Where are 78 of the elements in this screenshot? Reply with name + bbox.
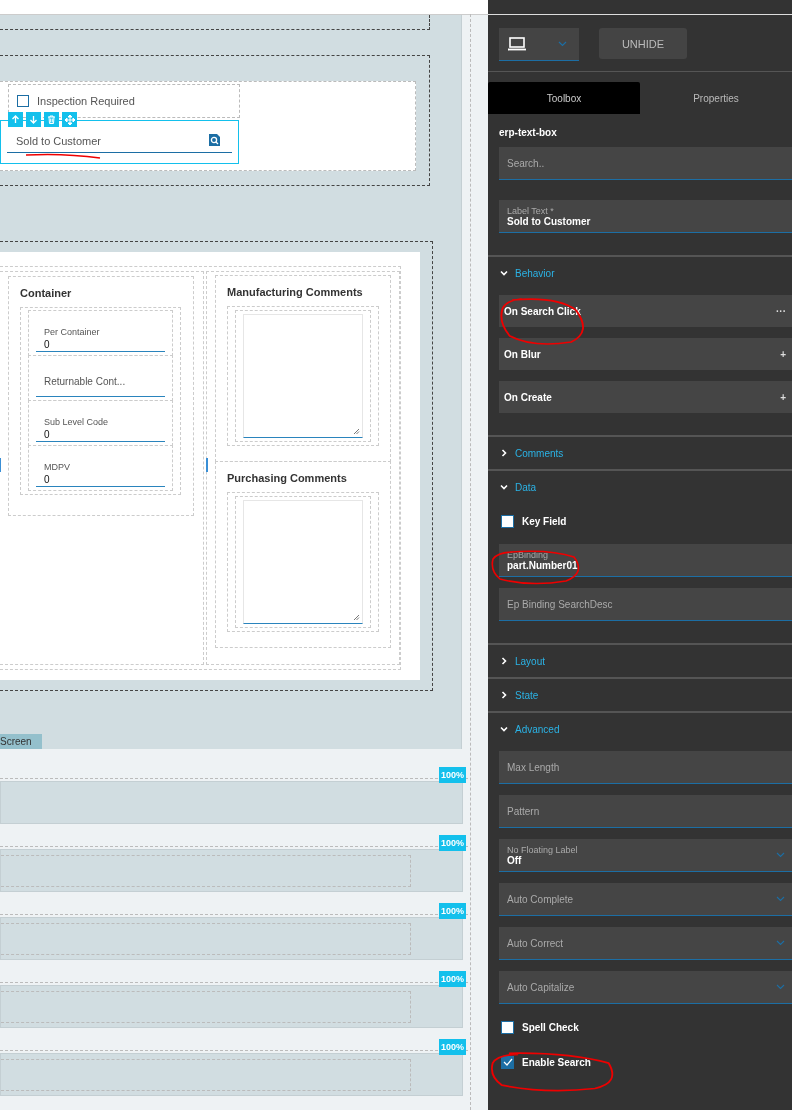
container-outline[interactable] [0, 15, 430, 30]
checkbox-label: Spell Check [522, 1021, 579, 1033]
checkbox[interactable] [501, 514, 514, 528]
move-button[interactable] [62, 112, 77, 127]
chevron-down-icon [500, 483, 508, 491]
resize-grip-icon[interactable] [353, 428, 360, 435]
layout-row[interactable] [0, 917, 463, 960]
chevron-down-icon [776, 940, 785, 946]
section-header[interactable]: Layout [488, 645, 792, 677]
group-title: Container [20, 287, 73, 299]
layout-row[interactable] [0, 849, 463, 892]
move-down-button[interactable] [26, 112, 41, 127]
chevron-down-icon [776, 984, 785, 990]
resize-handle[interactable] [206, 458, 208, 472]
property-dropdown[interactable]: Auto Complete [499, 883, 792, 916]
checkbox-label: Inspection Required [37, 95, 135, 107]
layout-row[interactable] [0, 1053, 463, 1096]
event-label: On Create [504, 391, 552, 403]
column-placeholder[interactable] [1, 855, 411, 887]
group-title: Purchasing Comments [227, 472, 348, 484]
group-title: Manufacturing Comments [227, 286, 364, 298]
column-placeholder[interactable] [1, 991, 411, 1023]
property-field[interactable]: EpBinding part.Number01 [499, 544, 792, 577]
event-label: On Blur [504, 348, 541, 360]
move-up-button[interactable] [8, 112, 23, 127]
property-dropdown[interactable]: No Floating Label Off [499, 839, 792, 872]
search-icon[interactable] [209, 134, 220, 146]
section-header[interactable]: Data [488, 471, 792, 503]
chevron-down-icon [500, 269, 508, 277]
chevron-right-icon [500, 449, 508, 457]
event-row[interactable]: On Create + [499, 381, 792, 413]
chevron-down-icon [500, 725, 508, 733]
column-placeholder[interactable] [1, 1059, 411, 1091]
arrow-up-icon [11, 115, 20, 124]
delete-button[interactable] [44, 112, 59, 127]
chevron-right-icon [500, 691, 508, 699]
checkbox[interactable] [17, 95, 29, 107]
section-header[interactable]: State [488, 679, 792, 711]
property-field[interactable]: Pattern [499, 795, 792, 828]
layout-row[interactable] [0, 985, 463, 1028]
layout-row[interactable] [0, 781, 463, 824]
checkbox[interactable] [501, 1020, 514, 1034]
section-header[interactable]: Behavior [488, 257, 792, 289]
event-action-button[interactable]: ··· [776, 305, 786, 317]
property-dropdown[interactable]: Auto Capitalize [499, 971, 792, 1004]
panel-tab[interactable]: Toolbox [488, 82, 640, 114]
event-action-button[interactable]: + [780, 391, 786, 403]
search-field[interactable]: Search.. [499, 147, 792, 180]
section-header[interactable]: Advanced [488, 713, 792, 745]
width-badge: 100% [439, 835, 467, 851]
unhide-button[interactable]: UNHIDE [599, 28, 687, 59]
move-icon [64, 114, 75, 125]
arrow-down-icon [29, 115, 38, 124]
property-field[interactable]: Max Length [499, 751, 792, 784]
chevron-down-icon [558, 41, 567, 47]
event-action-button[interactable]: + [780, 348, 786, 360]
component-name: erp-text-box [498, 126, 558, 140]
chevron-down-icon [776, 852, 785, 858]
width-badge: 100% [439, 903, 467, 919]
width-badge: 100% [439, 971, 467, 987]
width-badge: 100% [439, 1039, 467, 1055]
property-field[interactable]: Ep Binding SearchDesc [499, 588, 792, 621]
checkbox-label: Enable Search [522, 1056, 591, 1068]
property-dropdown[interactable]: Auto Correct [499, 927, 792, 960]
resize-grip-icon[interactable] [353, 614, 360, 621]
laptop-icon [507, 37, 527, 51]
chevron-right-icon [500, 657, 508, 665]
section-header[interactable]: Comments [488, 437, 792, 469]
column-placeholder[interactable] [1, 923, 411, 955]
width-badge: 100% [439, 767, 467, 783]
trash-icon [47, 115, 56, 124]
label-text-field[interactable]: Label Text * Sold to Customer [499, 200, 792, 233]
device-dropdown[interactable] [499, 28, 579, 61]
checkbox-label: Key Field [522, 515, 567, 527]
screen-tab[interactable]: Screen [0, 734, 42, 749]
text-field[interactable]: Sold to Customer [0, 120, 239, 164]
chevron-down-icon [776, 896, 785, 902]
event-row[interactable]: On Blur + [499, 338, 792, 370]
